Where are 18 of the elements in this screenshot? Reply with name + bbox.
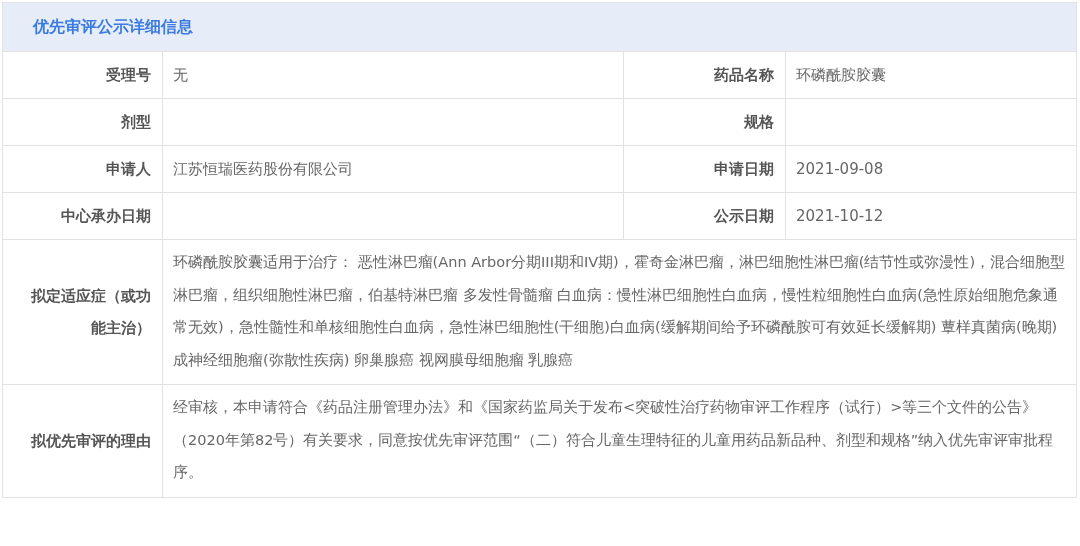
field-label: 申请人 <box>3 146 163 193</box>
field-label: 申请日期 <box>624 146 786 193</box>
field-label: 规格 <box>624 99 786 146</box>
field-value: 2021-10-12 <box>786 193 1076 240</box>
field-value: 环磷酰胺胶囊 <box>786 52 1076 99</box>
field-label: 中心承办日期 <box>3 193 163 240</box>
field-value: 经审核，本申请符合《药品注册管理办法》和《国家药监局关于发布<突破性治疗药物审评工作程序（试行）>等三个文件的公告》（2020年第82号）有关要求，同意按优先审评范围“（二）符合儿童生理特征的儿童用药品新品种、剂型和规格”纳入优先审评审批程序。 <box>172 398 1055 482</box>
field-value: 江苏恒瑞医药股份有限公司 <box>163 146 624 193</box>
field-label: 药品名称 <box>624 52 786 99</box>
field-value: 无 <box>163 52 624 99</box>
field-value: 环磷酰胺胶囊适用于治疗： 恶性淋巴瘤(Ann Arbor分期III期和IV期)，霍奇金淋巴瘤，淋巴细胞性淋巴瘤(结节性或弥漫性)，混合细胞型淋巴瘤，组织细胞性淋巴瘤，伯基特淋巴瘤 多发性骨髓瘤 白血病：慢性淋巴细胞性白血病，慢性粒细胞性白血病(急性原始细胞危象通常无效)，急性髓性和单核细胞性白血病，急性淋巴细胞性(干细胞)白血病(缓解期间给予环磷酰胺可有效延长缓解期) 蕈样真菌病(晚期) 成神经细胞瘤(弥散性疾病) 卵巢腺癌 视网膜母细胞瘤 乳腺癌 <box>163 240 1076 385</box>
field-label: 拟优先审评的理由 <box>3 385 163 497</box>
field-label: 受理号 <box>3 52 163 99</box>
field-label: 拟定适应症（或功能主治） <box>3 240 163 385</box>
field-value: 2021-09-08 <box>786 146 1076 193</box>
panel-title: 优先审评公示详细信息 <box>33 16 193 38</box>
field-label: 公示日期 <box>624 193 786 240</box>
field-label: 剂型 <box>3 99 163 146</box>
